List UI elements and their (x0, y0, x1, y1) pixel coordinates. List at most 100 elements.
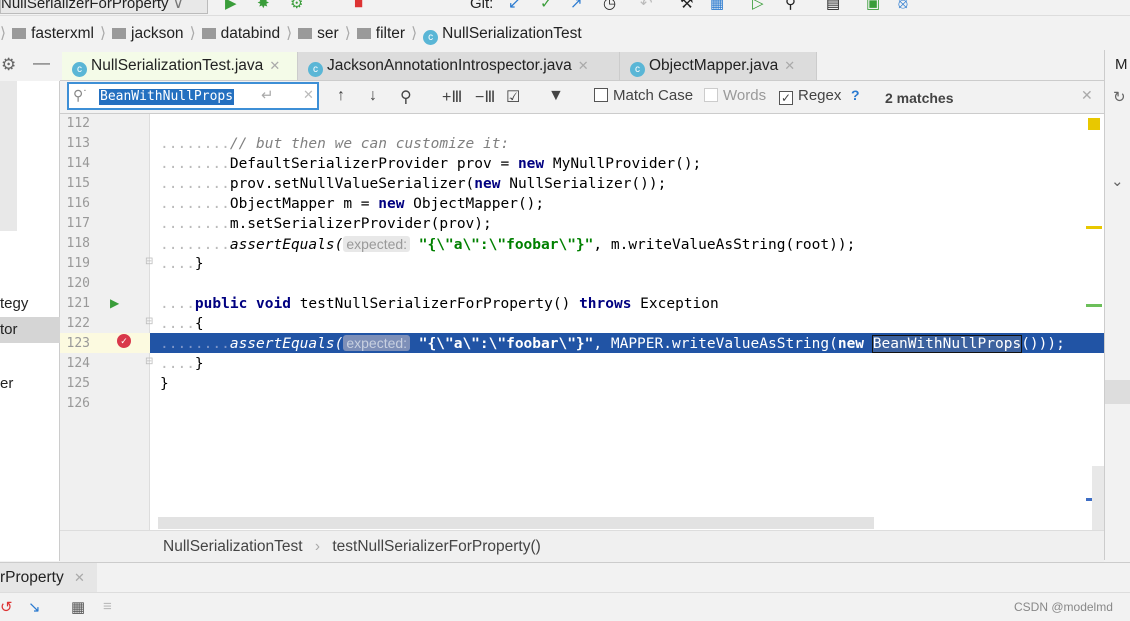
words-checkbox[interactable]: Words (704, 87, 766, 104)
table-icon[interactable]: ▦ (71, 598, 85, 616)
import-tests-icon[interactable]: ↘ (28, 598, 41, 616)
git-push-icon[interactable]: ↗ (570, 0, 583, 12)
settings-wrench-icon[interactable]: ⚒ (680, 0, 693, 12)
line-number: 114 (66, 156, 90, 171)
close-icon[interactable]: ✕ (269, 58, 280, 73)
clear-icon[interactable]: ✕ (303, 87, 314, 103)
project-structure-icon[interactable]: ▦ (710, 0, 724, 12)
tab-nullserializationtest[interactable]: c NullSerializationTest.java ✕ (62, 52, 298, 80)
line-number: 123 (66, 336, 90, 351)
tab-objectmapper[interactable]: c ObjectMapper.java ✕ (620, 52, 817, 80)
breadcrumb-item[interactable]: ser (298, 22, 339, 46)
presentation-icon[interactable]: ▤ (826, 0, 840, 12)
remove-occurrence-icon[interactable]: −Ⅲ (475, 87, 495, 107)
rollback-icon[interactable]: ↶ (640, 0, 653, 12)
debug-icon[interactable]: ✸ (257, 0, 270, 12)
regex-help-link[interactable]: ? (851, 87, 860, 103)
plugin-icon[interactable]: ▣ (866, 0, 880, 12)
run-tab[interactable]: rProperty ✕ (0, 563, 97, 593)
right-tab[interactable]: M (1115, 56, 1128, 73)
change-marker[interactable] (1086, 304, 1102, 307)
right-tool-strip: M ↻ ⌄ (1104, 50, 1130, 560)
close-icon[interactable]: ✕ (784, 58, 795, 73)
breadcrumb-item[interactable]: databind (201, 22, 280, 46)
line-number: 116 (66, 196, 90, 211)
close-find-icon[interactable]: ✕ (1081, 87, 1093, 104)
watermark: CSDN @modelmd (1014, 600, 1113, 614)
bottom-tool-tabs: rProperty ✕ (0, 562, 1130, 593)
line-number: 112 (66, 116, 90, 131)
next-match-icon[interactable]: ↓ (369, 87, 377, 105)
line-number: 122 (66, 316, 90, 331)
folder-icon (298, 28, 313, 39)
rerun-failed-icon[interactable]: ↺ (0, 598, 13, 616)
chevron-down-icon[interactable]: ⌄ (1111, 172, 1124, 190)
git-commit-icon[interactable]: ✓ (540, 0, 553, 12)
breakpoint-icon[interactable]: ✓ (117, 334, 131, 348)
line-number: 115 (66, 176, 90, 191)
stop-icon[interactable]: ■ (354, 0, 363, 12)
folder-icon (112, 28, 126, 39)
terminal-icon[interactable]: ▷ (752, 0, 764, 12)
add-occurrence-icon[interactable]: +Ⅲ (442, 87, 462, 107)
breadcrumb-item[interactable]: filter (356, 22, 405, 46)
project-tree-item[interactable]: er (0, 375, 13, 392)
compass-icon[interactable]: ⦻ (898, 0, 908, 12)
fold-icon[interactable]: ⊟ (145, 256, 153, 267)
line-number: 113 (66, 136, 90, 151)
code-breadcrumb-item[interactable]: NullSerializationTest (163, 538, 303, 555)
class-icon: c (308, 62, 323, 77)
code-breadcrumb: NullSerializationTest › testNullSerializ… (60, 530, 1104, 562)
tab-jacksonannotationintrospector[interactable]: c JacksonAnnotationIntrospector.java ✕ (298, 52, 620, 80)
line-number: 126 (66, 396, 90, 411)
line-number: 117 (66, 216, 90, 231)
inspection-status-icon[interactable] (1088, 118, 1100, 130)
regex-checkbox[interactable]: ✓ Regex (779, 87, 841, 105)
horizontal-scrollbar[interactable] (158, 517, 874, 529)
vertical-scrollbar[interactable] (1092, 466, 1104, 530)
breadcrumb-item[interactable]: fasterxml (12, 22, 94, 46)
line-number: 124 (66, 356, 90, 371)
code-breadcrumb-item[interactable]: testNullSerializerForProperty() (332, 538, 540, 555)
class-icon: c (72, 62, 87, 77)
warning-marker[interactable] (1086, 226, 1102, 229)
folder-icon (12, 28, 27, 39)
line-number: 118 (66, 236, 90, 251)
filter-icon[interactable]: ▼ (548, 87, 564, 105)
fold-icon[interactable]: ⊟ (145, 356, 153, 367)
parameter-hint: expected: (343, 236, 411, 252)
class-icon: c (630, 62, 645, 77)
run-gutter-icon[interactable]: ▶ (110, 296, 119, 310)
main-toolbar: NullSerializerForProperty ∨ ▶ ✸ ⚙ ■ Git:… (0, 0, 1130, 16)
list-icon[interactable]: ≡ (103, 598, 112, 615)
previous-match-icon[interactable]: ↑ (337, 87, 345, 105)
refresh-icon[interactable]: ↻ (1113, 88, 1126, 106)
coverage-icon[interactable]: ⚙ (290, 0, 303, 12)
breadcrumb-item[interactable]: jackson (112, 22, 184, 46)
gear-icon[interactable]: ⚙ (1, 55, 16, 75)
history-icon[interactable]: ◷ (603, 0, 616, 12)
search-everywhere-icon[interactable]: ⚲ (785, 0, 796, 12)
line-number: 120 (66, 276, 90, 291)
select-occurrences-icon[interactable]: ☑ (506, 87, 520, 107)
fold-icon[interactable]: ⊟ (145, 316, 153, 327)
search-icon: ⚲˙ (73, 87, 88, 103)
search-input[interactable]: ⚲˙ BeanWithNullProps ↵ ✕ (67, 82, 319, 110)
project-tree-item[interactable]: tegy (0, 295, 28, 312)
run-icon[interactable]: ▶ (225, 0, 237, 12)
match-case-checkbox[interactable]: Match Case (594, 87, 693, 104)
enter-icon: ↵ (261, 87, 274, 104)
run-config-select[interactable]: NullSerializerForProperty ∨ (0, 0, 208, 14)
line-number: 121 (66, 296, 90, 311)
match-count: 2 matches (885, 90, 954, 106)
git-update-icon[interactable]: ↙ (508, 0, 521, 12)
select-all-matches-icon[interactable]: ⚲ (400, 87, 412, 107)
line-number: 125 (66, 376, 90, 391)
breadcrumb: ⟩ fasterxml ⟩ jackson ⟩ databind ⟩ ser ⟩ fil… (0, 22, 582, 46)
breadcrumb-item[interactable]: c NullSerializationTest (423, 22, 582, 46)
minimize-icon[interactable]: — (33, 53, 50, 73)
bottom-toolbar: ↺ ↘ ▦ ≡ CSDN @modelmd (0, 592, 1130, 621)
project-tree-item[interactable]: tor (0, 321, 18, 338)
close-icon[interactable]: ✕ (578, 58, 589, 73)
close-icon[interactable]: ✕ (74, 570, 85, 586)
